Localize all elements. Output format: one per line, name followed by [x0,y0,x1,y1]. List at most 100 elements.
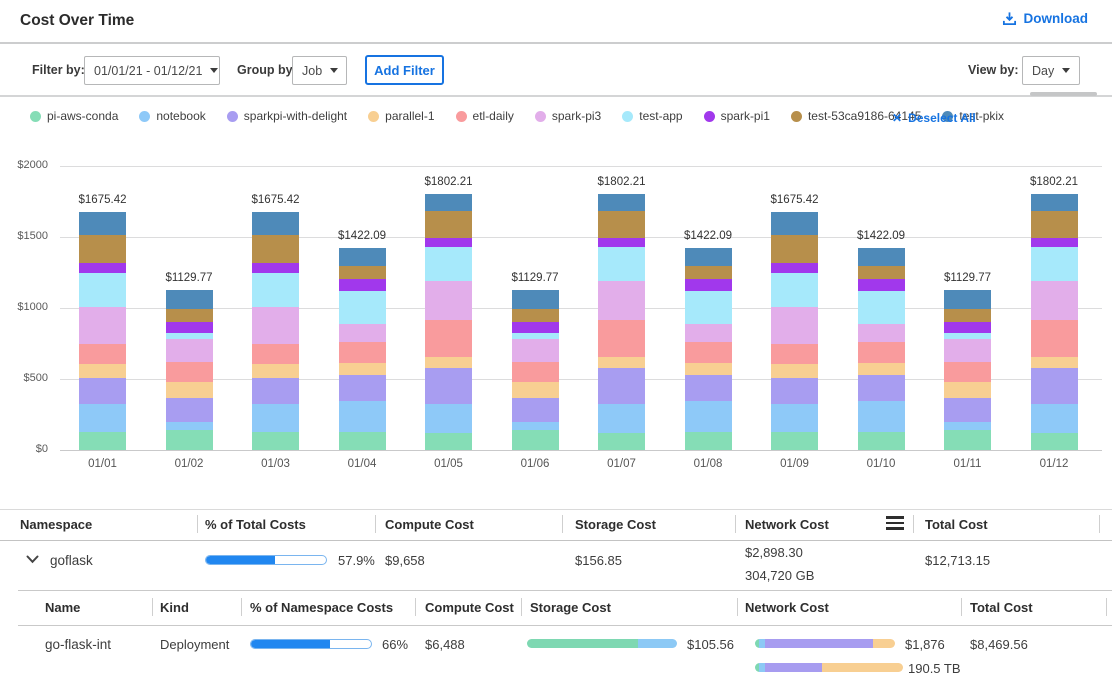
bar-segment-spark-pi3[interactable] [79,307,126,345]
bar-segment-parallel-1[interactable] [944,382,991,397]
bar-segment-test-53ca9186-64145[interactable] [858,266,905,280]
bar-segment-notebook[interactable] [858,401,905,432]
bar-segment-parallel-1[interactable] [512,382,559,397]
bar-segment-sparkpi-with-delight[interactable] [252,378,299,404]
bar-segment-test-pkix[interactable] [1031,194,1078,211]
bar-segment-sparkpi-with-delight[interactable] [166,398,213,422]
bar-segment-spark-pi3[interactable] [858,324,905,341]
bar-segment-spark-pi3[interactable] [1031,281,1078,319]
bar-segment-spark-pi1[interactable] [166,322,213,333]
bar-segment-test-53ca9186-64145[interactable] [425,211,472,238]
bar-segment-test-53ca9186-64145[interactable] [771,235,818,263]
bar-segment-test-app[interactable] [771,273,818,306]
bar-segment-sparkpi-with-delight[interactable] [425,368,472,404]
bar-segment-test-pkix[interactable] [166,290,213,310]
bar-segment-test-app[interactable] [166,333,213,339]
bar-segment-test-53ca9186-64145[interactable] [166,309,213,322]
bar-segment-spark-pi1[interactable] [1031,238,1078,247]
bar-segment-spark-pi3[interactable] [771,307,818,345]
bar-segment-spark-pi3[interactable] [425,281,472,319]
bar-segment-sparkpi-with-delight[interactable] [944,398,991,422]
bar-segment-spark-pi1[interactable] [425,238,472,247]
bar-segment-test-53ca9186-64145[interactable] [79,235,126,263]
bar-segment-parallel-1[interactable] [858,363,905,375]
bar-segment-pi-aws-conda[interactable] [252,432,299,450]
bar-segment-test-app[interactable] [79,273,126,306]
legend-item-etl-daily[interactable]: etl-daily [456,109,514,123]
bar-segment-spark-pi3[interactable] [512,339,559,362]
bar-segment-sparkpi-with-delight[interactable] [685,375,732,401]
column-menu-icon[interactable] [886,516,904,530]
bar-segment-parallel-1[interactable] [771,364,818,377]
bar-segment-test-app[interactable] [512,333,559,339]
bar-segment-spark-pi1[interactable] [944,322,991,333]
bar-segment-sparkpi-with-delight[interactable] [1031,368,1078,404]
bar-segment-etl-daily[interactable] [598,320,645,357]
bar-segment-spark-pi1[interactable] [771,263,818,274]
bar-segment-spark-pi3[interactable] [944,339,991,362]
legend-item-pi-aws-conda[interactable]: pi-aws-conda [30,109,118,123]
date-range-dropdown[interactable]: 01/01/21 - 01/12/21 [84,56,220,85]
bar-segment-pi-aws-conda[interactable] [771,432,818,450]
bar-segment-etl-daily[interactable] [252,344,299,364]
bar-segment-spark-pi1[interactable] [339,279,386,290]
bar-segment-test-53ca9186-64145[interactable] [598,211,645,238]
chevron-down-icon[interactable] [26,555,39,564]
bar-segment-test-pkix[interactable] [512,290,559,310]
bar-segment-etl-daily[interactable] [858,342,905,364]
bar-segment-sparkpi-with-delight[interactable] [339,375,386,401]
bar-segment-notebook[interactable] [339,401,386,432]
bar-segment-pi-aws-conda[interactable] [166,430,213,450]
bar-segment-test-53ca9186-64145[interactable] [252,235,299,263]
bar-segment-etl-daily[interactable] [771,344,818,364]
bar-segment-test-app[interactable] [1031,247,1078,282]
bar-segment-spark-pi3[interactable] [339,324,386,341]
bar-segment-spark-pi3[interactable] [252,307,299,345]
bar-segment-pi-aws-conda[interactable] [944,430,991,450]
bar-segment-test-app[interactable] [858,291,905,325]
bar-segment-notebook[interactable] [166,422,213,430]
bar-segment-test-pkix[interactable] [685,248,732,265]
bar-segment-sparkpi-with-delight[interactable] [79,378,126,404]
bar-segment-test-pkix[interactable] [944,290,991,310]
bar-segment-etl-daily[interactable] [512,362,559,383]
bar-segment-etl-daily[interactable] [79,344,126,364]
bar-segment-parallel-1[interactable] [79,364,126,377]
bar-segment-parallel-1[interactable] [425,357,472,368]
bar-segment-spark-pi1[interactable] [79,263,126,274]
bar-segment-spark-pi1[interactable] [685,279,732,290]
bar-segment-parallel-1[interactable] [166,382,213,397]
bar-segment-notebook[interactable] [252,404,299,432]
legend-item-spark-pi1[interactable]: spark-pi1 [704,109,770,123]
bar-segment-test-app[interactable] [339,291,386,325]
bar-segment-notebook[interactable] [425,404,472,433]
bar-segment-etl-daily[interactable] [339,342,386,364]
bar-segment-pi-aws-conda[interactable] [339,432,386,450]
bar-segment-test-pkix[interactable] [79,212,126,235]
bar-segment-notebook[interactable] [598,404,645,433]
bar-segment-spark-pi3[interactable] [685,324,732,341]
bar-segment-test-pkix[interactable] [858,248,905,265]
bar-segment-notebook[interactable] [79,404,126,432]
bar-segment-sparkpi-with-delight[interactable] [771,378,818,404]
legend-item-spark-pi3[interactable]: spark-pi3 [535,109,601,123]
bar-segment-pi-aws-conda[interactable] [858,432,905,450]
bar-segment-spark-pi3[interactable] [166,339,213,362]
bar-segment-test-app[interactable] [944,333,991,339]
bar-segment-parallel-1[interactable] [252,364,299,377]
bar-segment-etl-daily[interactable] [425,320,472,357]
bar-segment-spark-pi1[interactable] [252,263,299,274]
bar-segment-spark-pi3[interactable] [598,281,645,319]
add-filter-button[interactable]: Add Filter [365,55,444,85]
bar-segment-spark-pi1[interactable] [598,238,645,247]
bar-segment-pi-aws-conda[interactable] [685,432,732,450]
bar-segment-test-app[interactable] [598,247,645,282]
bar-segment-spark-pi1[interactable] [512,322,559,333]
group-by-dropdown[interactable]: Job [292,56,347,85]
bar-segment-test-53ca9186-64145[interactable] [512,309,559,322]
bar-segment-test-app[interactable] [685,291,732,325]
bar-segment-notebook[interactable] [771,404,818,432]
bar-segment-spark-pi1[interactable] [858,279,905,290]
bar-segment-etl-daily[interactable] [1031,320,1078,357]
bar-segment-parallel-1[interactable] [685,363,732,375]
